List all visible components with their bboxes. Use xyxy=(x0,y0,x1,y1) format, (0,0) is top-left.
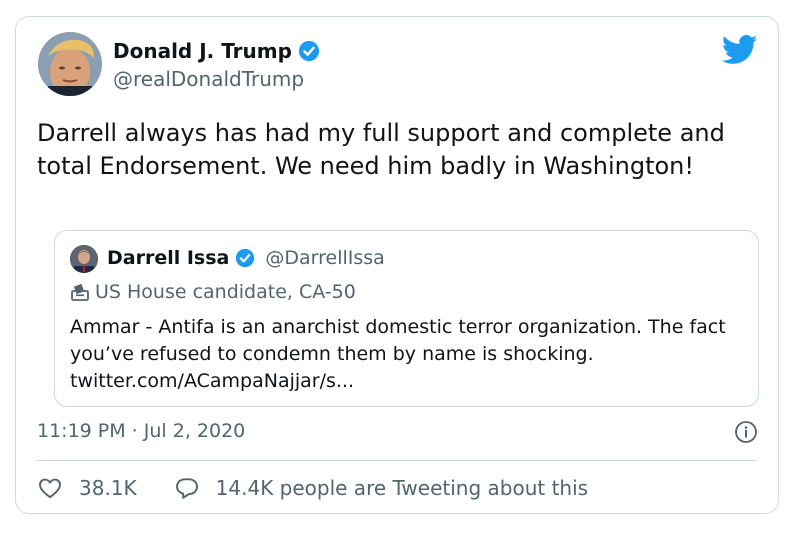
tweet-actions: 38.1K 14.4K people are Tweeting about th… xyxy=(37,475,588,501)
divider xyxy=(37,460,757,461)
conversation-button[interactable]: 14.4K people are Tweeting about this xyxy=(174,475,588,501)
like-button[interactable]: 38.1K xyxy=(37,475,137,501)
tweet-text: Darrell always has had my full support a… xyxy=(37,119,725,180)
quoted-text: Ammar - Antifa is an anarchist domestic … xyxy=(70,316,726,392)
tweet-card[interactable]: Donald J. Trump @realDonaldTrump Darrell… xyxy=(15,16,779,514)
quoted-subtitle: US House candidate, CA-50 xyxy=(95,281,356,303)
avatar[interactable] xyxy=(38,32,102,96)
author-name-row: Donald J. Trump xyxy=(113,39,320,63)
quoted-candidate-label: US House candidate, CA-50 xyxy=(70,281,356,303)
quoted-name-row: Darrell Issa @DarrellIssa xyxy=(107,247,385,269)
twitter-bird-icon[interactable] xyxy=(721,35,758,65)
author-name[interactable]: Donald J. Trump xyxy=(113,39,292,63)
author-handle[interactable]: @realDonaldTrump xyxy=(113,67,304,91)
reply-icon xyxy=(174,475,200,501)
conversation-label: 14.4K people are Tweeting about this xyxy=(215,476,589,500)
quoted-name[interactable]: Darrell Issa xyxy=(107,247,229,269)
ballot-box-icon xyxy=(70,282,90,302)
verified-badge-icon xyxy=(235,248,255,268)
quoted-avatar[interactable] xyxy=(70,245,98,273)
quoted-handle[interactable]: @DarrellIssa xyxy=(265,247,384,269)
quoted-tweet[interactable]: Darrell Issa @DarrellIssa US House candi… xyxy=(54,230,759,407)
verified-badge-icon xyxy=(298,40,320,62)
tweet-timestamp[interactable]: 11:19 PM · Jul 2, 2020 xyxy=(37,420,245,442)
like-count: 38.1K xyxy=(79,476,137,500)
heart-icon xyxy=(37,475,63,501)
info-icon[interactable] xyxy=(734,420,758,444)
